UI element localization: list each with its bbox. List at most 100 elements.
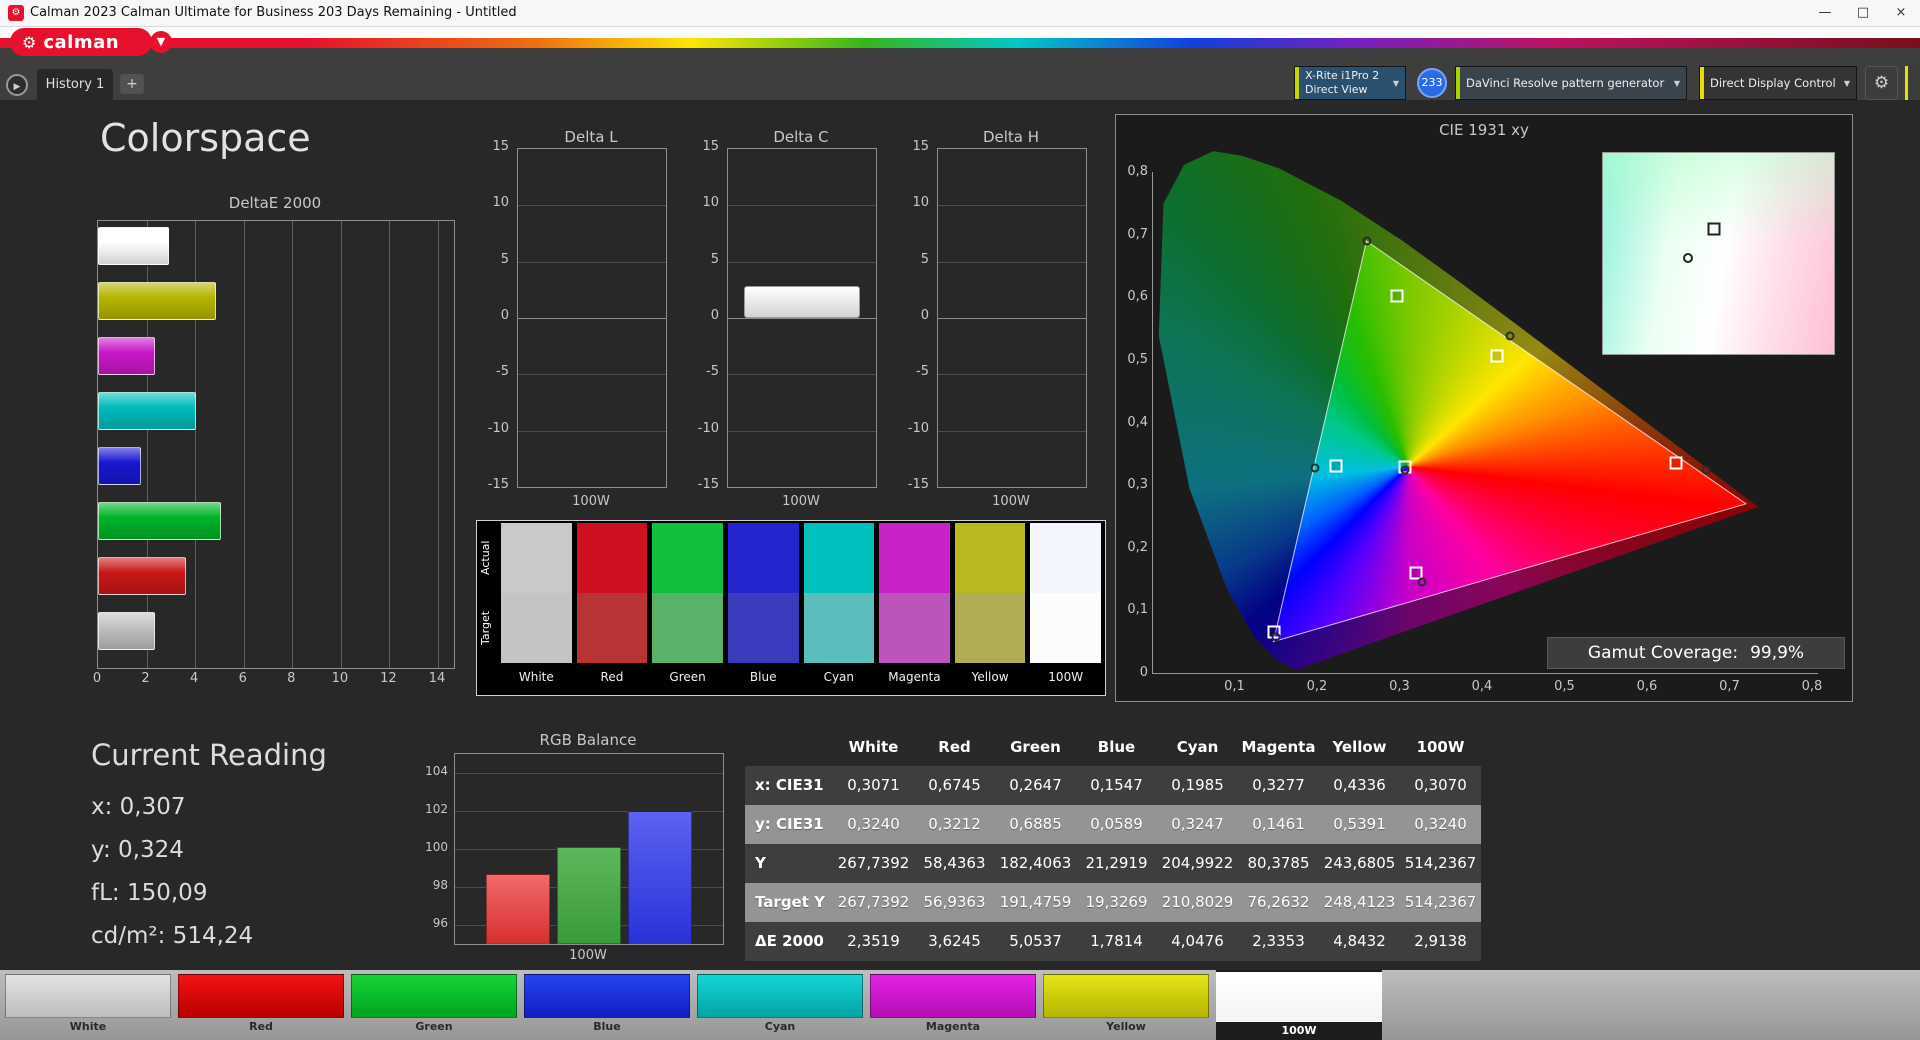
pattern-generator-label: DaVinci Resolve pattern generator bbox=[1460, 76, 1664, 90]
pattern-patch-100w[interactable]: 100W bbox=[1216, 970, 1382, 1040]
table-cell: 4,8432 bbox=[1319, 922, 1400, 961]
gamut-coverage-value: 99,9% bbox=[1750, 643, 1804, 663]
swatch-label: Red bbox=[577, 663, 648, 691]
delta-chart-title: Delta L bbox=[517, 128, 665, 146]
calman-app-window: ⚙ Calman 2023 Calman Ultimate for Busine… bbox=[0, 0, 1920, 1040]
table-column-header: Green bbox=[995, 728, 1076, 766]
table-cell: 0,3277 bbox=[1238, 766, 1319, 805]
reading-line: y: 0,324 bbox=[91, 829, 327, 872]
add-tab-button[interactable]: + bbox=[120, 74, 144, 94]
chevron-down-icon: ▼ bbox=[1668, 79, 1686, 88]
cie-x-tick-label: 0,5 bbox=[1550, 679, 1580, 694]
rgb-balance-series-label: 100W bbox=[454, 948, 722, 963]
table-row-label: x: CIE31 bbox=[745, 766, 833, 805]
rgb-balance-plot bbox=[454, 753, 724, 945]
rgb-tick-label: 100 bbox=[414, 840, 448, 854]
delta-tick-label: 15 bbox=[477, 139, 509, 154]
meter-selector[interactable]: X-Rite i1Pro 2 Direct View ▼ bbox=[1294, 66, 1406, 100]
patch-swatch bbox=[1216, 972, 1382, 1022]
delta-tick-label: 10 bbox=[687, 195, 719, 210]
cie-y-tick-label: 0,7 bbox=[1118, 227, 1148, 242]
cie-x-tick-label: 0,7 bbox=[1715, 679, 1745, 694]
delta-chart-series-label: 100W bbox=[937, 494, 1085, 509]
rgb-balance-title: RGB Balance bbox=[454, 731, 722, 749]
window-title: Calman 2023 Calman Ultimate for Business… bbox=[30, 0, 517, 26]
table-cell: 0,1547 bbox=[1076, 766, 1157, 805]
table-cell: 210,8029 bbox=[1157, 883, 1238, 922]
tab-history-1[interactable]: History 1 bbox=[37, 69, 113, 100]
patch-swatch bbox=[1043, 974, 1209, 1018]
rgb-gridline bbox=[455, 773, 723, 774]
swatch-target bbox=[1030, 593, 1101, 663]
close-button[interactable]: × bbox=[1882, 0, 1920, 26]
cie-x-tick-label: 0,1 bbox=[1220, 679, 1250, 694]
deltae-chart bbox=[97, 220, 455, 669]
pattern-patch-cyan[interactable]: Cyan bbox=[697, 970, 863, 1040]
cie-target-cyan bbox=[1329, 459, 1342, 472]
delta-gridline bbox=[938, 431, 1086, 432]
swatch-label: White bbox=[501, 663, 572, 691]
delta-gridline bbox=[728, 431, 876, 432]
delta-gridline bbox=[728, 374, 876, 375]
pattern-patch-red[interactable]: Red bbox=[178, 970, 344, 1040]
table-cell: 0,3212 bbox=[914, 805, 995, 844]
pattern-patch-yellow[interactable]: Yellow bbox=[1043, 970, 1209, 1040]
pattern-patch-magenta[interactable]: Magenta bbox=[870, 970, 1036, 1040]
table-cell: 0,2647 bbox=[995, 766, 1076, 805]
delta-chart-delta-l: Delta L151050-5-10-15100W bbox=[477, 128, 705, 520]
calman-logo-text: calman bbox=[43, 32, 119, 53]
deltae-bar-magenta bbox=[98, 337, 155, 375]
patch-label: Red bbox=[178, 1020, 344, 1033]
rgb-tick-label: 104 bbox=[414, 764, 448, 778]
patch-label: Cyan bbox=[697, 1020, 863, 1033]
table-cell: 5,0537 bbox=[995, 922, 1076, 961]
patch-label: Yellow bbox=[1043, 1020, 1209, 1033]
patch-label: Green bbox=[351, 1020, 517, 1033]
display-control-label: Direct Display Control bbox=[1704, 76, 1836, 90]
table-cell: 2,3353 bbox=[1238, 922, 1319, 961]
delta-gridline bbox=[728, 205, 876, 206]
table-cell: 267,7392 bbox=[833, 844, 914, 883]
table-row: Y267,739258,4363182,406321,2919204,99228… bbox=[745, 844, 1481, 883]
cie-y-axis bbox=[1152, 172, 1153, 674]
deltae-gridline bbox=[292, 221, 293, 668]
swatch-actual bbox=[501, 523, 572, 593]
cie-measured-cyan bbox=[1310, 464, 1319, 473]
tab-scroll-button[interactable]: ▶ bbox=[6, 74, 28, 96]
minimize-button[interactable]: — bbox=[1806, 0, 1844, 26]
patch-swatch bbox=[5, 974, 171, 1018]
table-cell: 21,2919 bbox=[1076, 844, 1157, 883]
delta-chart-title: Delta C bbox=[727, 128, 875, 146]
calman-menu-button[interactable]: ⚙ calman bbox=[10, 28, 152, 56]
white-point-inset bbox=[1602, 152, 1835, 355]
pattern-patch-blue[interactable]: Blue bbox=[524, 970, 690, 1040]
meter-name: X-Rite i1Pro 2 bbox=[1305, 69, 1379, 83]
swatch-column-red: Red bbox=[577, 523, 648, 693]
deltae-gridline bbox=[389, 221, 390, 668]
delta-chart-plot bbox=[517, 148, 667, 488]
partial-control[interactable] bbox=[1905, 66, 1920, 100]
pattern-generator-selector[interactable]: DaVinci Resolve pattern generator ▼ bbox=[1455, 66, 1687, 100]
rgb-tick-label: 98 bbox=[414, 878, 448, 892]
cie-y-tick-label: 0,3 bbox=[1118, 477, 1148, 492]
delta-tick-label: -15 bbox=[477, 477, 509, 492]
meter-count-badge[interactable]: 233 bbox=[1417, 68, 1447, 98]
deltae-tick-label: 14 bbox=[425, 671, 449, 686]
swatch-column-100w: 100W bbox=[1030, 523, 1101, 693]
table-cell: 243,6805 bbox=[1319, 844, 1400, 883]
delta-tick-label: 0 bbox=[477, 308, 509, 323]
delta-chart-series-label: 100W bbox=[517, 494, 665, 509]
maximize-button[interactable]: □ bbox=[1844, 0, 1882, 26]
pattern-patch-green[interactable]: Green bbox=[351, 970, 517, 1040]
patch-swatch bbox=[524, 974, 690, 1018]
delta-tick-label: -10 bbox=[477, 421, 509, 436]
calman-menu-chevron[interactable]: ▼ bbox=[150, 31, 172, 53]
deltae-bar-yellow bbox=[98, 282, 216, 320]
settings-gear-button[interactable]: ⚙ bbox=[1865, 66, 1898, 100]
rgb-tick-label: 96 bbox=[414, 916, 448, 930]
chevron-down-icon: ▼ bbox=[1387, 79, 1405, 88]
display-control-selector[interactable]: Direct Display Control ▼ bbox=[1699, 66, 1857, 100]
delta-tick-label: -5 bbox=[477, 364, 509, 379]
pattern-patch-white[interactable]: White bbox=[5, 970, 171, 1040]
rgb-balance-chart: RGB Balance 100W 1041021009896 bbox=[414, 731, 744, 971]
